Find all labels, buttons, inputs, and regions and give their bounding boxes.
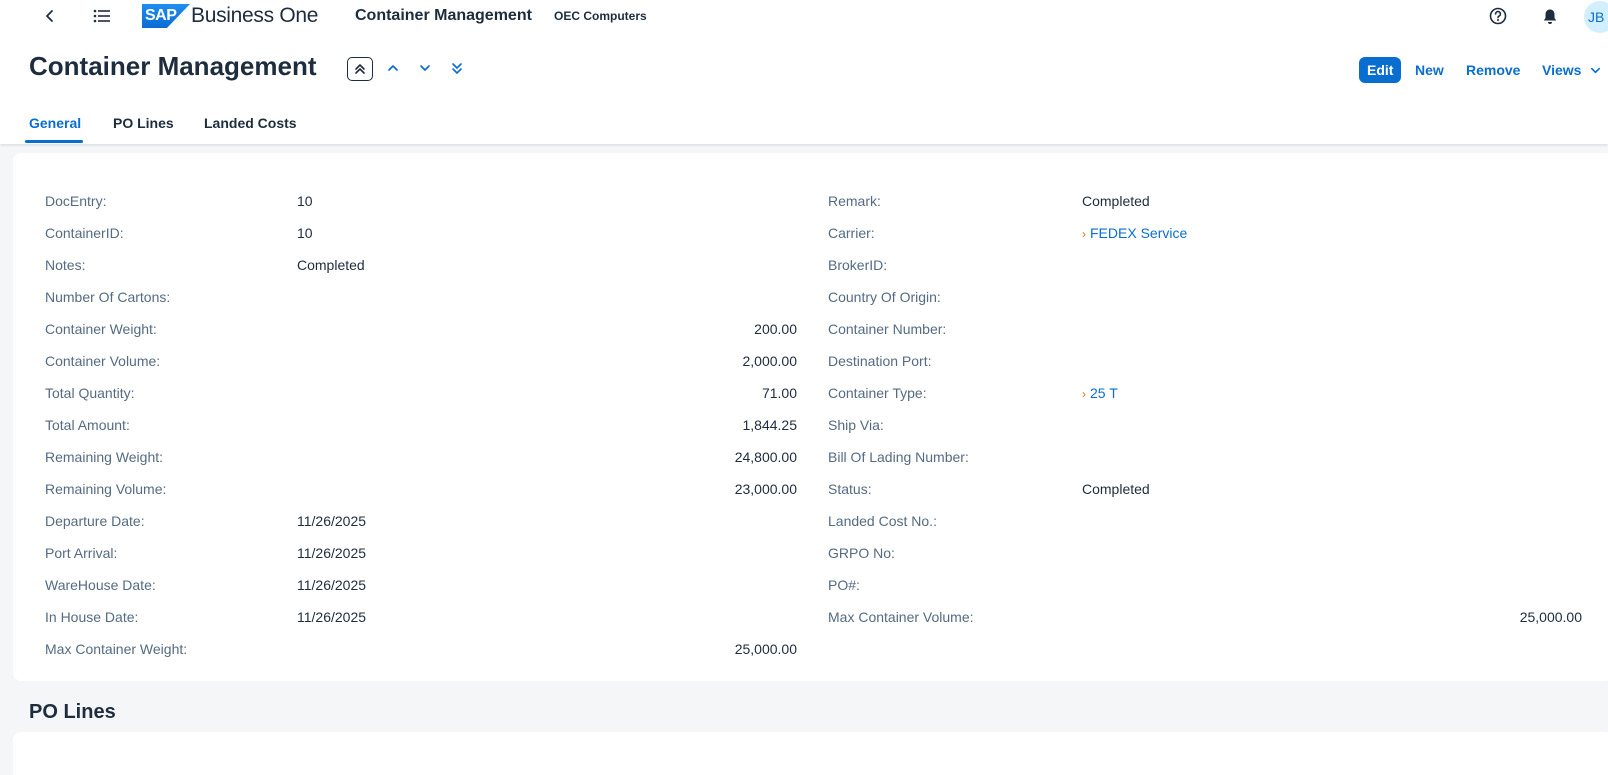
- value-total-quantity: 71.00: [761, 385, 797, 401]
- views-button[interactable]: Views: [1542, 57, 1601, 83]
- label-max-container-volume: Max Container Volume:: [828, 609, 974, 625]
- sap-logo[interactable]: SAP Business One: [142, 4, 318, 28]
- chevron-up-icon[interactable]: [380, 56, 406, 80]
- edit-button[interactable]: Edit: [1359, 57, 1402, 83]
- label-bill-of-lading-number: Bill Of Lading Number:: [828, 449, 969, 465]
- chevron-down-icon: [1591, 67, 1601, 74]
- tab-general[interactable]: General: [29, 115, 81, 131]
- value-remaining-volume: 23,000.00: [734, 481, 797, 497]
- value-notes: Completed: [297, 257, 365, 273]
- value-warehouse-date: 11/26/2025: [297, 577, 367, 593]
- label-status: Status:: [828, 481, 872, 497]
- label-container-number: Container Number:: [828, 321, 947, 337]
- link-carrier[interactable]: › FEDEX Service: [1082, 225, 1187, 241]
- value-port-arrival: 11/26/2025: [297, 545, 367, 561]
- label-brokerid: BrokerID:: [828, 257, 888, 273]
- label-destination-port: Destination Port:: [828, 353, 932, 369]
- page-title: Container Management: [29, 51, 317, 81]
- chevron-down-icon[interactable]: [412, 56, 438, 80]
- help-icon[interactable]: [1486, 4, 1510, 28]
- link-text: FEDEX Service: [1090, 225, 1188, 241]
- value-remark: Completed: [1082, 193, 1150, 209]
- label-max-container-weight: Max Container Weight:: [45, 641, 188, 657]
- new-button[interactable]: New: [1415, 57, 1444, 83]
- label-departure-date: Departure Date:: [45, 513, 145, 529]
- value-in-house-date: 11/26/2025: [297, 609, 367, 625]
- selected-tab-indicator: [25, 140, 83, 143]
- chevron-right-icon: ›: [1082, 227, 1086, 241]
- label-container-type: Container Type:: [828, 385, 927, 401]
- label-remaining-weight: Remaining Weight:: [45, 449, 164, 465]
- label-warehouse-date: WareHouse Date:: [45, 577, 156, 593]
- remove-button[interactable]: Remove: [1466, 57, 1520, 83]
- label-po: PO#:: [828, 577, 860, 593]
- label-carrier: Carrier:: [828, 225, 875, 241]
- value-containerid: 10: [297, 225, 313, 241]
- views-button-label: Views: [1542, 62, 1582, 78]
- label-landed-cost-no: Landed Cost No.:: [828, 513, 937, 529]
- label-docentry: DocEntry:: [45, 193, 107, 209]
- label-grpo-no: GRPO No:: [828, 545, 895, 561]
- shell-bar: SAP Business One Container Management OE…: [0, 0, 1608, 33]
- label-container-volume: Container Volume:: [45, 353, 161, 369]
- sap-brand-badge: SAP: [142, 4, 190, 28]
- link-container-type[interactable]: › 25 T: [1082, 385, 1118, 401]
- label-total-amount: Total Amount:: [45, 417, 130, 433]
- po-lines-section-title: PO Lines: [29, 701, 116, 723]
- value-status: Completed: [1082, 481, 1150, 497]
- back-icon[interactable]: [38, 4, 62, 28]
- label-in-house-date: In House Date:: [45, 609, 139, 625]
- label-remaining-volume: Remaining Volume:: [45, 481, 167, 497]
- label-container-weight: Container Weight:: [45, 321, 157, 337]
- object-page-header: Container Management Edit New Remove Vie…: [0, 33, 1608, 144]
- value-container-volume: 2,000.00: [742, 353, 798, 369]
- double-chevron-down-icon[interactable]: [444, 56, 470, 80]
- label-country-of-origin: Country Of Origin:: [828, 289, 941, 305]
- value-docentry: 10: [297, 193, 313, 209]
- label-remark: Remark:: [828, 193, 881, 209]
- po-lines-panel: [13, 732, 1608, 775]
- value-departure-date: 11/26/2025: [297, 513, 367, 529]
- shell-app-title: Container Management: [355, 7, 532, 24]
- label-notes: Notes:: [45, 257, 86, 273]
- label-ship-via: Ship Via:: [828, 417, 884, 433]
- value-total-amount: 1,844.25: [742, 417, 798, 433]
- value-container-weight: 200.00: [754, 321, 797, 337]
- value-max-container-volume: 25,000.00: [1519, 609, 1582, 625]
- tab-landed-costs[interactable]: Landed Costs: [204, 115, 297, 131]
- chevron-right-icon: ›: [1082, 387, 1086, 401]
- value-max-container-weight: 25,000.00: [734, 641, 797, 657]
- general-form-panel: DocEntry: 10 ContainerID: 10 Notes: Completed…: [13, 153, 1608, 681]
- collapse-header-icon[interactable]: [347, 57, 373, 81]
- tab-po-lines[interactable]: PO Lines: [113, 115, 174, 131]
- product-name: Business One: [191, 4, 319, 27]
- label-total-quantity: Total Quantity:: [45, 385, 135, 401]
- label-port-arrival: Port Arrival:: [45, 545, 118, 561]
- label-containerid: ContainerID:: [45, 225, 124, 241]
- label-number-of-cartons: Number Of Cartons:: [45, 289, 171, 305]
- shell-company-name: OEC Computers: [554, 9, 647, 23]
- value-remaining-weight: 24,800.00: [734, 449, 797, 465]
- menu-list-icon[interactable]: [90, 4, 114, 28]
- user-avatar[interactable]: JB: [1584, 1, 1608, 33]
- bell-icon[interactable]: [1538, 4, 1562, 28]
- link-text: 25 T: [1090, 385, 1118, 401]
